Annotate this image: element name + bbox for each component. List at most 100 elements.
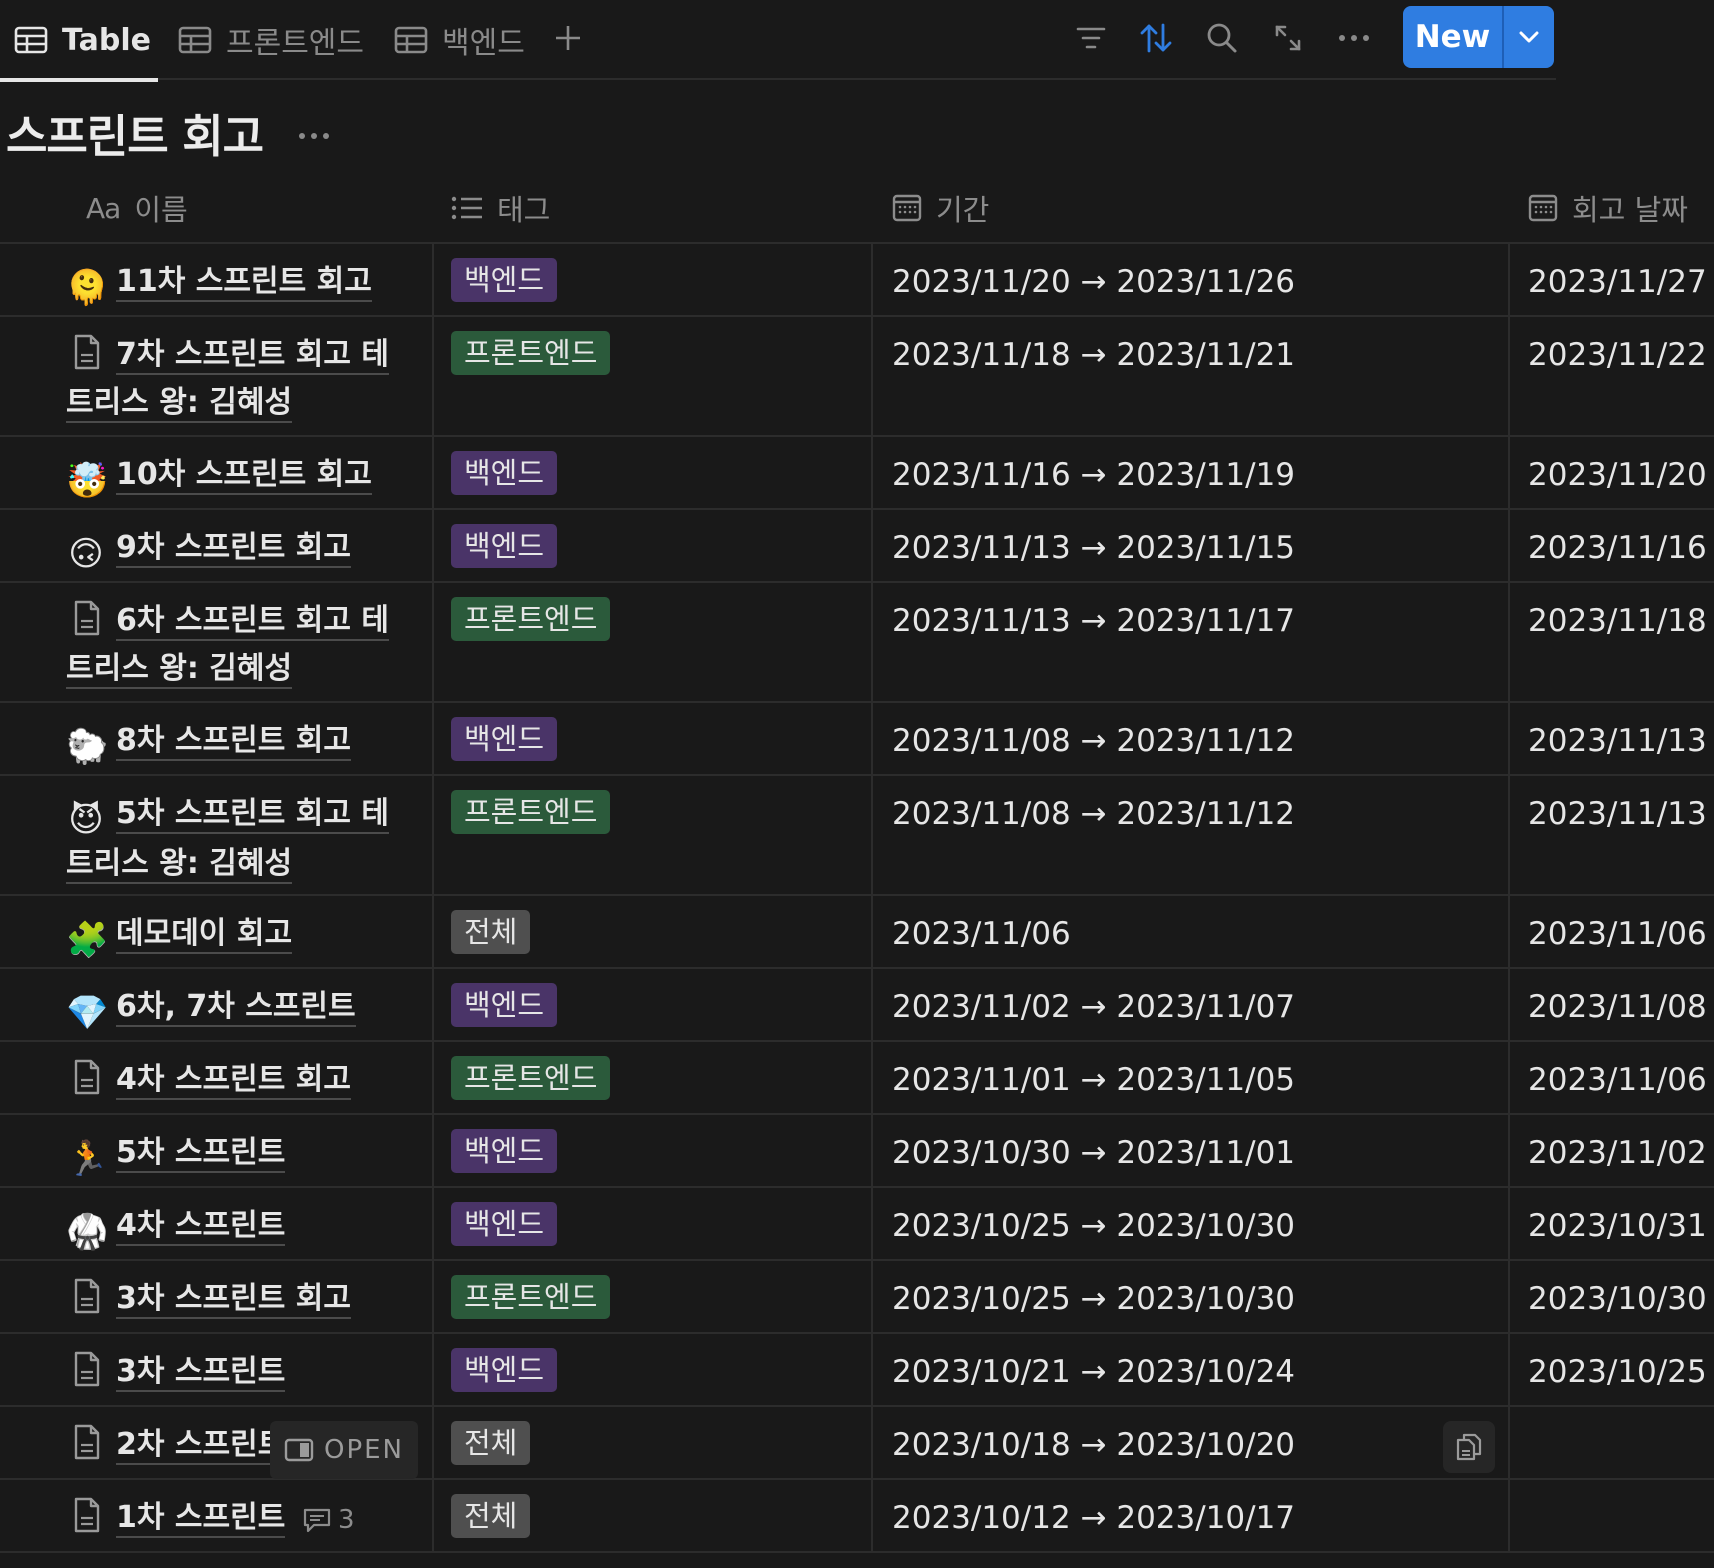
row-tag-cell[interactable]: 백엔드 [451,451,558,495]
row-name-link[interactable]: 6차, 7차 스프린트 [116,989,356,1027]
row-tag-cell[interactable]: 백엔드 [451,1129,558,1173]
column-header-name[interactable]: Aa 이름 [86,172,188,244]
column-header-retro-date[interactable]: 회고 날짜 [1528,172,1688,244]
table-row[interactable]: 4차 스프린트 회고 프론트엔드 2023/11/01 → 2023/11/05 20… [0,1042,1714,1115]
row-tag-cell[interactable]: 프론트엔드 [451,1056,611,1100]
table-row[interactable]: 🙃 9차 스프린트 회고 백엔드 2023/11/13 → 2023/11/15 202… [0,510,1714,583]
row-name-link[interactable]: 3차 스프린트 [116,1354,286,1392]
row-tag-cell[interactable]: 전체 [451,1421,531,1465]
row-name-link[interactable]: 11차 스프린트 회고 [116,264,372,302]
row-retro-date-cell[interactable]: 2023/11/06 [1528,1056,1707,1104]
row-name-link[interactable]: 3차 스프린트 회고 [116,1281,351,1319]
row-name-cell[interactable]: 6차 스프린트 회고 테트리스 왕: 김혜성 [66,597,416,693]
row-period-cell[interactable]: 2023/10/25 → 2023/10/30 [892,1275,1295,1323]
table-row[interactable]: 7차 스프린트 회고 테트리스 왕: 김혜성 프론트엔드 2023/11/18 → … [0,317,1714,437]
page-icon[interactable] [66,1495,106,1535]
gem-icon[interactable]: 💎 [66,993,108,1033]
row-retro-date-cell[interactable]: 2023/11/27 [1528,258,1707,306]
row-name-cell[interactable]: 🧩 데모데이 회고 [66,910,416,960]
comment-indicator[interactable]: 3 [302,1496,355,1544]
page-icon[interactable] [66,332,106,372]
database-more-button[interactable] [294,114,334,158]
page-icon[interactable] [66,598,106,638]
page-icon[interactable] [66,1349,106,1389]
row-period-cell[interactable]: 2023/11/02 → 2023/11/07 [892,983,1295,1031]
page-icon[interactable] [66,1057,106,1097]
new-dropdown-button[interactable] [1504,6,1554,68]
row-name-cell[interactable]: 4차 스프린트 회고 [66,1056,416,1104]
row-period-cell[interactable]: 2023/11/01 → 2023/11/05 [892,1056,1295,1104]
row-period-cell[interactable]: 2023/10/25 → 2023/10/30 [892,1202,1295,1250]
row-retro-date-cell[interactable]: 2023/10/30 [1528,1275,1707,1323]
row-period-cell[interactable]: 2023/10/30 → 2023/11/01 [892,1129,1295,1177]
melting-face-icon[interactable]: 🫠 [66,268,108,308]
column-divider[interactable] [1508,244,1510,1553]
smiling-devil-icon[interactable]: 😈 [66,800,106,840]
row-name-link[interactable]: 9차 스프린트 회고 [116,530,351,568]
row-name-cell[interactable]: 🥋 4차 스프린트 [66,1202,416,1252]
row-period-cell[interactable]: 2023/11/13 → 2023/11/15 [892,524,1295,572]
row-name-link[interactable]: 7차 스프린트 회고 테트리스 왕: 김혜성 [66,337,390,423]
table-row[interactable]: 6차 스프린트 회고 테트리스 왕: 김혜성 프론트엔드 2023/11/13 → … [0,583,1714,703]
row-name-cell[interactable]: 🏃 5차 스프린트 [66,1129,416,1179]
row-name-link[interactable]: 6차 스프린트 회고 테트리스 왕: 김혜성 [66,603,390,689]
row-retro-date-cell[interactable]: 2023/11/16 [1528,524,1707,572]
row-retro-date-cell[interactable]: 2023/11/18 [1528,597,1707,645]
martial-arts-uniform-icon[interactable]: 🥋 [66,1212,108,1252]
tab-backend[interactable]: 백엔드 [394,0,525,80]
row-name-link[interactable]: 5차 스프린트 회고 테트리스 왕: 김혜성 [66,796,390,884]
table-row[interactable]: 🐑 8차 스프린트 회고 백엔드 2023/11/08 → 2023/11/12 202… [0,703,1714,776]
table-row[interactable]: 🤯 10차 스프린트 회고 백엔드 2023/11/16 → 2023/11/19 20… [0,437,1714,510]
row-retro-date-cell[interactable]: 2023/11/02 [1528,1129,1707,1177]
row-name-link[interactable]: 4차 스프린트 [116,1208,286,1246]
row-name-cell[interactable]: 😈 5차 스프린트 회고 테트리스 왕: 김혜성 [66,790,416,888]
column-header-tag[interactable]: 태그 [451,172,550,244]
column-divider[interactable] [432,244,434,1553]
sheep-icon[interactable]: 🐑 [66,727,108,767]
row-tag-cell[interactable]: 백엔드 [451,258,558,302]
row-tag-cell[interactable]: 프론트엔드 [451,790,611,834]
table-row[interactable]: 🥋 4차 스프린트 백엔드 2023/10/25 → 2023/10/30 2023/1… [0,1188,1714,1261]
row-period-cell[interactable]: 2023/11/20 → 2023/11/26 [892,258,1295,306]
row-name-link[interactable]: 4차 스프린트 회고 [116,1062,351,1100]
exploding-head-icon[interactable]: 🤯 [66,461,108,501]
row-period-cell[interactable]: 2023/10/21 → 2023/10/24 [892,1348,1295,1396]
row-name-cell[interactable]: 3차 스프린트 회고 [66,1275,416,1323]
row-period-cell[interactable]: 2023/11/08 → 2023/11/12 [892,717,1295,765]
row-period-cell[interactable]: 2023/11/16 → 2023/11/19 [892,451,1295,499]
filter-button[interactable] [1069,16,1113,60]
row-tag-cell[interactable]: 백엔드 [451,524,558,568]
row-name-link[interactable]: 5차 스프린트 [116,1135,286,1173]
row-retro-date-cell[interactable]: 2023/11/20 [1528,451,1707,499]
row-period-cell[interactable]: 2023/11/13 → 2023/11/17 [892,597,1295,645]
table-row[interactable]: 🧩 데모데이 회고 전체 2023/11/06 2023/11/06 [0,896,1714,969]
more-options-button[interactable] [1332,16,1376,60]
row-name-cell[interactable]: 3차 스프린트 [66,1348,416,1396]
row-name-cell[interactable]: 7차 스프린트 회고 테트리스 왕: 김혜성 [66,331,416,427]
row-name-link[interactable]: 8차 스프린트 회고 [116,723,351,761]
column-divider[interactable] [871,244,873,1553]
table-row[interactable]: 🫠 11차 스프린트 회고 백엔드 2023/11/20 → 2023/11/26 20… [0,244,1714,317]
upside-down-face-icon[interactable]: 🙃 [66,534,106,574]
row-name-link[interactable]: 1차 스프린트 [116,1500,286,1538]
row-retro-date-cell[interactable]: 2023/11/13 [1528,790,1707,838]
row-name-cell[interactable]: 🙃 9차 스프린트 회고 [66,524,416,574]
copy-button[interactable] [1443,1421,1495,1473]
row-name-cell[interactable]: 1차 스프린트 [66,1494,416,1542]
table-row[interactable]: 💎 6차, 7차 스프린트 백엔드 2023/11/02 → 2023/11/07 20… [0,969,1714,1042]
tab-table[interactable]: Table [0,0,158,82]
table-row[interactable]: 2차 스프린트 OPEN 전체 2023/10/18 → 2023/10/20 [0,1407,1714,1480]
row-tag-cell[interactable]: 전체 [451,910,531,954]
row-retro-date-cell[interactable]: 2023/10/25 [1528,1348,1707,1396]
row-period-cell[interactable]: 2023/11/06 [892,910,1071,958]
row-period-cell[interactable]: 2023/10/12 → 2023/10/17 [892,1494,1295,1542]
table-row[interactable]: 3차 스프린트 회고 프론트엔드 2023/10/25 → 2023/10/30 20… [0,1261,1714,1334]
row-tag-cell[interactable]: 백엔드 [451,1348,558,1392]
table-row[interactable]: 3차 스프린트 백엔드 2023/10/21 → 2023/10/24 2023/10… [0,1334,1714,1407]
row-name-cell[interactable]: 🐑 8차 스프린트 회고 [66,717,416,767]
search-button[interactable] [1200,16,1244,60]
expand-button[interactable] [1266,16,1310,60]
row-tag-cell[interactable]: 백엔드 [451,717,558,761]
row-retro-date-cell[interactable]: 2023/11/22 [1528,331,1707,379]
running-person-icon[interactable]: 🏃 [66,1139,108,1179]
